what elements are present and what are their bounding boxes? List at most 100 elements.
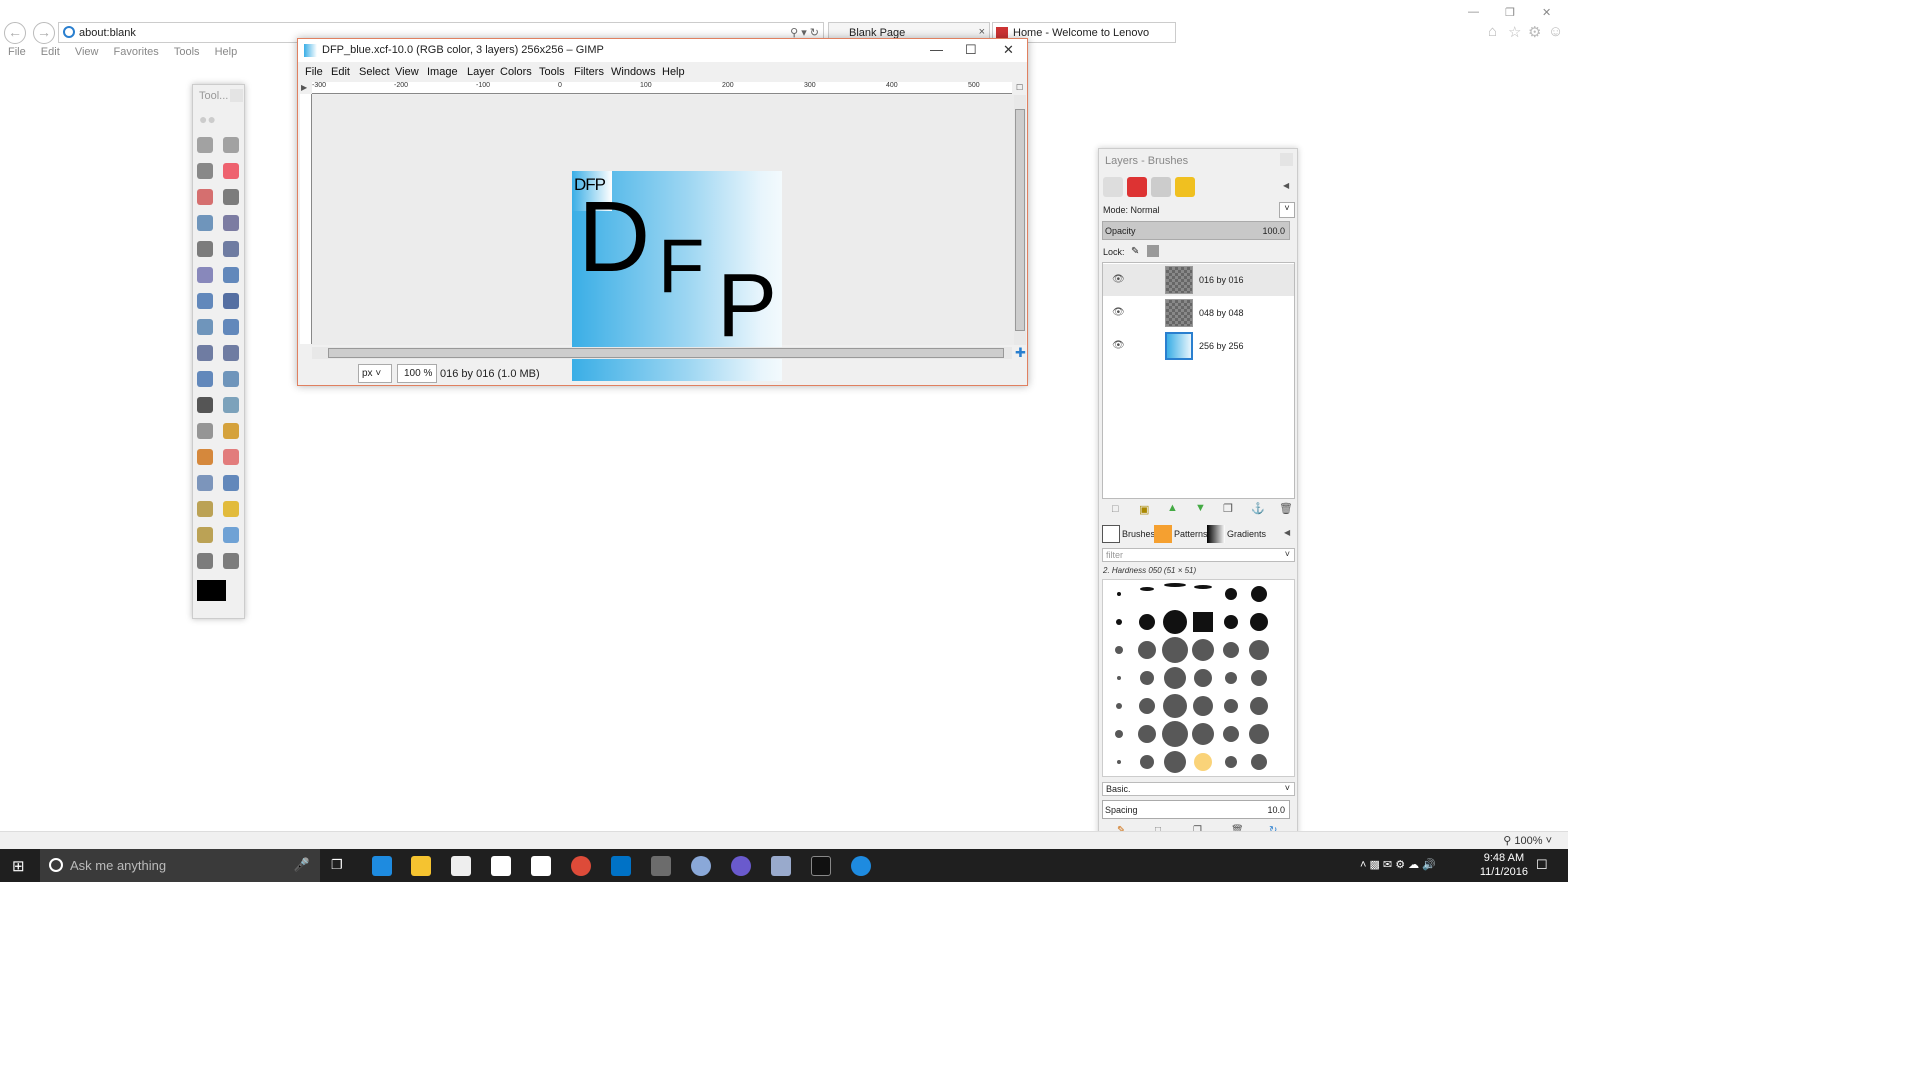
duplicate-layer-icon[interactable]: ❐ — [1223, 502, 1233, 515]
browser-zoom[interactable]: ⚲ 100% ˅ — [1503, 834, 1552, 847]
rect-select-tool-icon[interactable] — [197, 137, 213, 153]
brush-preset[interactable] — [1225, 672, 1237, 684]
brush-preset[interactable] — [1116, 703, 1122, 709]
brush-preset[interactable] — [1138, 641, 1156, 659]
rotate-tool-icon[interactable] — [197, 319, 213, 335]
navigate-icon[interactable]: ✚ — [1015, 345, 1026, 361]
paint-icon[interactable] — [691, 856, 711, 876]
paths-tab-icon[interactable] — [1151, 177, 1171, 197]
brush-preset[interactable] — [1162, 637, 1188, 663]
brush-preset[interactable] — [1164, 583, 1186, 587]
mode-dropdown[interactable]: ˅ — [1279, 202, 1295, 218]
tab-patterns[interactable]: Patterns — [1174, 529, 1208, 539]
brush-preset[interactable] — [1163, 694, 1187, 718]
gear-icon[interactable]: ⚙ — [1528, 23, 1541, 41]
back-button[interactable]: ← — [4, 22, 26, 44]
brush-preset[interactable] — [1117, 592, 1121, 596]
minimize-icon[interactable]: — — [1468, 6, 1479, 18]
scale-tool-icon[interactable] — [223, 319, 239, 335]
patterns-tab-icon[interactable] — [1154, 525, 1172, 543]
delete-layer-icon[interactable]: 🗑 — [1279, 502, 1293, 515]
clone-tool-icon[interactable] — [197, 501, 213, 517]
color-picker-tool-icon[interactable] — [197, 241, 213, 257]
brush-preset[interactable] — [1250, 697, 1268, 715]
chevron-down-icon[interactable]: ˅ — [1285, 783, 1290, 793]
new-group-icon[interactable]: ▣ — [1139, 503, 1149, 516]
paintbrush-tool-icon[interactable] — [197, 449, 213, 465]
brush-dock-menu-icon[interactable]: ◀ — [1284, 528, 1290, 537]
unit-select[interactable]: px ˅ — [358, 364, 392, 383]
brushes-tab-icon[interactable] — [1102, 525, 1120, 543]
dodge-burn-tool-icon[interactable] — [223, 553, 239, 569]
minimize-icon[interactable]: — — [930, 42, 943, 57]
microphone-icon[interactable]: 🎤 — [294, 857, 310, 873]
chrome-icon[interactable] — [571, 856, 591, 876]
brush-preset[interactable] — [1224, 615, 1238, 629]
paths-tool-icon[interactable] — [223, 215, 239, 231]
zoom-image-icon[interactable]: ☐ — [1016, 83, 1023, 92]
perspective-clone-tool-icon[interactable] — [197, 527, 213, 543]
lock-alpha-icon[interactable] — [1147, 245, 1159, 257]
cage-tool-icon[interactable] — [223, 371, 239, 387]
eye-icon[interactable]: 👁 — [1112, 307, 1125, 318]
terminal-icon[interactable] — [811, 856, 831, 876]
brush-preset[interactable] — [1193, 696, 1213, 716]
scissors-tool-icon[interactable] — [223, 189, 239, 205]
brush-preset[interactable] — [1225, 588, 1237, 600]
eye-icon[interactable]: 👁 — [1112, 340, 1125, 351]
vertical-scrollbar[interactable] — [1014, 95, 1026, 345]
bucket-fill-tool-icon[interactable] — [223, 397, 239, 413]
gimp-menu-edit[interactable]: Edit — [331, 66, 350, 78]
document-icon[interactable] — [531, 856, 551, 876]
brush-preset[interactable] — [1115, 730, 1123, 738]
internet-explorer-icon[interactable] — [851, 856, 871, 876]
menu-tools[interactable]: Tools — [174, 46, 200, 58]
chevron-down-icon[interactable]: ˅ — [1285, 549, 1290, 559]
perspective-tool-icon[interactable] — [223, 345, 239, 361]
brush-preset[interactable] — [1138, 725, 1156, 743]
home-app-icon[interactable] — [491, 856, 511, 876]
gimp-menu-layer[interactable]: Layer — [467, 66, 495, 78]
brush-preset[interactable] — [1116, 619, 1122, 625]
ink-tool-icon[interactable] — [223, 475, 239, 491]
dock-menu-icon[interactable]: ◀ — [1283, 181, 1289, 190]
store-icon[interactable] — [451, 856, 471, 876]
channels-tab-icon[interactable] — [1127, 177, 1147, 197]
fuzzy-select-tool-icon[interactable] — [223, 163, 239, 179]
brush-preset[interactable] — [1249, 640, 1269, 660]
toolbox-close-icon[interactable] — [230, 89, 243, 102]
menu-view[interactable]: View — [75, 46, 99, 58]
windows-start-icon[interactable]: ⊞ — [12, 857, 25, 875]
zoom-select[interactable]: 100 % — [397, 364, 437, 383]
blur-tool-icon[interactable] — [223, 527, 239, 543]
gimp-menu-windows[interactable]: Windows — [611, 66, 656, 78]
outlook-icon[interactable] — [611, 856, 631, 876]
anchor-layer-icon[interactable]: ⚓ — [1251, 502, 1265, 515]
maximize-icon[interactable]: ☐ — [965, 42, 977, 58]
lock-pixels-icon[interactable]: ✎ — [1131, 246, 1139, 257]
forward-button[interactable]: → — [33, 22, 55, 44]
brush-preset[interactable] — [1140, 755, 1154, 769]
brush-grid[interactable] — [1102, 579, 1295, 777]
raise-layer-icon[interactable]: ▲ — [1167, 502, 1178, 514]
gradients-tab-icon[interactable] — [1207, 525, 1225, 543]
gimp-menu-filters[interactable]: Filters — [574, 66, 604, 78]
undo-history-tab-icon[interactable] — [1175, 177, 1195, 197]
layer-row[interactable]: 👁 016 by 016 — [1103, 264, 1294, 296]
close-icon[interactable]: ✕ — [1003, 42, 1014, 58]
brush-preset[interactable] — [1224, 699, 1238, 713]
gimp-menu-help[interactable]: Help — [662, 66, 685, 78]
brush-preset[interactable] — [1117, 760, 1121, 764]
opacity-slider[interactable]: Opacity 100.0 — [1102, 221, 1290, 240]
image-canvas[interactable]: DFP D F P — [312, 95, 1014, 381]
ellipse-select-tool-icon[interactable] — [223, 137, 239, 153]
layer-row[interactable]: 👁 048 by 048 — [1103, 297, 1294, 329]
file-explorer-icon[interactable] — [411, 856, 431, 876]
brush-preset[interactable] — [1194, 753, 1212, 771]
spacing-slider[interactable]: Spacing 10.0 — [1102, 800, 1290, 819]
horizontal-scrollbar[interactable] — [312, 347, 1012, 359]
brush-preset[interactable] — [1192, 723, 1214, 745]
blend-tool-icon[interactable] — [197, 423, 213, 439]
gimp-menu-file[interactable]: File — [305, 66, 323, 78]
brush-preset[interactable] — [1140, 671, 1154, 685]
